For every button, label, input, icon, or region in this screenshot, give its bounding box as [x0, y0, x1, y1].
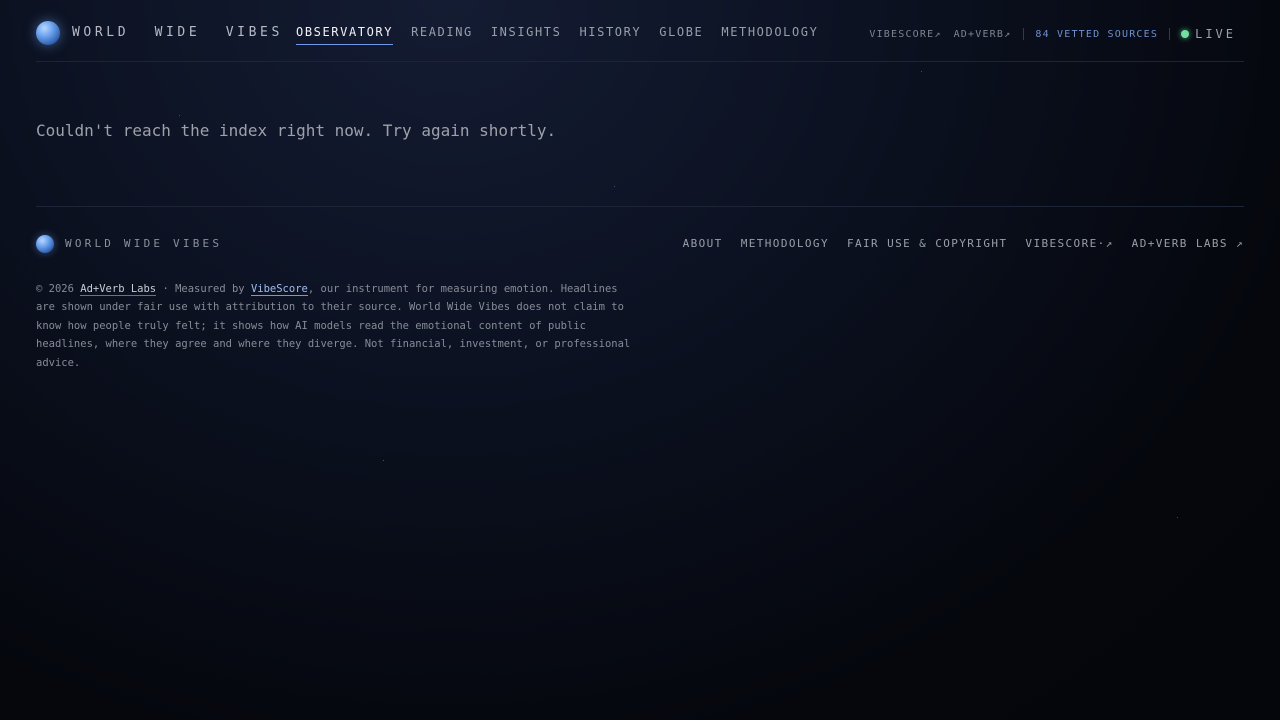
globe-orb-icon[interactable]: [36, 21, 60, 45]
divider: [1023, 28, 1025, 40]
nav-insights[interactable]: INSIGHTS: [491, 25, 562, 45]
measured-by-text: · Measured by: [156, 282, 251, 295]
footer-link-methodology[interactable]: METHODOLOGY: [741, 237, 829, 250]
brand-word: VIBES: [225, 25, 283, 40]
brand-word: WORLD: [72, 25, 130, 40]
copyright: © 2026: [36, 282, 81, 295]
vibescore-link[interactable]: VibeScore: [250, 282, 308, 296]
main-nav: OBSERVATORY READING INSIGHTS HISTORY GLO…: [296, 25, 836, 45]
adverb-external-link[interactable]: AD+VERB↗: [954, 29, 1012, 40]
star-decoration: [614, 186, 615, 187]
nav-reading[interactable]: READING: [411, 25, 473, 45]
vibescore-external-link[interactable]: VIBESCORE↗: [869, 29, 941, 40]
brand-logo[interactable]: WORLD WIDE VIBES: [72, 25, 297, 40]
nav-history[interactable]: HISTORY: [579, 25, 641, 45]
footer-nav: ABOUT METHODOLOGY FAIR USE & COPYRIGHT V…: [665, 237, 1244, 250]
footer-link-about[interactable]: ABOUT: [683, 237, 723, 250]
error-message: Couldn't reach the index right now. Try …: [36, 121, 557, 140]
company-link[interactable]: Ad+Verb Labs: [80, 282, 157, 296]
brand-word: WIDE: [154, 25, 201, 40]
globe-orb-icon: [36, 235, 54, 253]
divider: [1169, 28, 1171, 40]
nav-methodology[interactable]: METHODOLOGY: [721, 25, 818, 45]
nav-globe[interactable]: GLOBE: [659, 25, 703, 45]
footer-link-fair-use[interactable]: FAIR USE & COPYRIGHT: [847, 237, 1007, 250]
footer-disclaimer: © 2026 Ad+Verb Labs · Measured by VibeSc…: [36, 280, 636, 373]
live-indicator-icon: [1181, 30, 1190, 38]
top-header: WORLD WIDE VIBES OBSERVATORY READING INS…: [36, 0, 1244, 62]
star-decoration: [1177, 517, 1178, 518]
footer-divider: [36, 206, 1244, 207]
star-decoration: [921, 71, 922, 72]
star-decoration: [179, 115, 180, 116]
star-decoration: [383, 460, 384, 461]
live-status: LIVE: [1195, 27, 1236, 41]
footer-link-vibescore[interactable]: VIBESCORE·↗: [1025, 237, 1113, 250]
nav-observatory[interactable]: OBSERVATORY: [296, 25, 394, 45]
header-status: VIBESCORE↗ AD+VERB↗ 84 VETTED SOURCES LI…: [869, 27, 1236, 41]
footer-link-adverb-labs[interactable]: AD+VERB LABS ↗: [1132, 237, 1244, 250]
footer-brand: WORLD WIDE VIBES: [65, 237, 223, 250]
sources-count: 84 VETTED SOURCES: [1035, 28, 1159, 40]
